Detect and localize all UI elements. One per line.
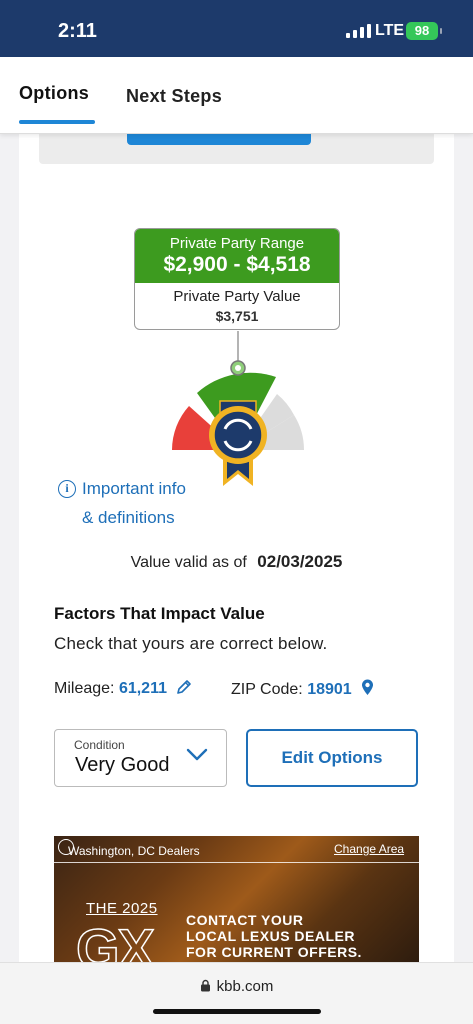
info-link-line2[interactable]: & definitions xyxy=(82,503,175,532)
battery-icon: 98 xyxy=(406,22,442,40)
lexus-ad-banner[interactable]: Washington, DC Dealers Change Area THE 2… xyxy=(54,836,419,974)
price-range-box: Private Party Range $2,900 - $4,518 Priv… xyxy=(134,228,340,330)
ad-cta-line3: FOR CURRENT OFFERS. xyxy=(186,944,362,960)
chevron-down-icon[interactable] xyxy=(186,748,208,762)
home-indicator[interactable] xyxy=(153,1009,321,1014)
edit-options-button[interactable]: Edit Options xyxy=(246,729,418,787)
zip-label: ZIP Code: xyxy=(231,681,303,698)
info-icon: i xyxy=(58,480,76,498)
previous-section xyxy=(39,134,434,164)
previous-button[interactable] xyxy=(127,134,311,145)
zip-value[interactable]: 18901 xyxy=(307,681,352,698)
valid-label: Value valid as of xyxy=(130,554,247,571)
ad-change-area-link[interactable]: Change Area xyxy=(334,842,404,856)
valuation-card: Private Party Range $2,900 - $4,518 Priv… xyxy=(19,134,454,974)
lock-icon xyxy=(200,979,210,992)
factors-title: Factors That Impact Value xyxy=(54,604,265,623)
status-bar: 2:11 LTE 98 xyxy=(0,0,473,57)
mileage-value[interactable]: 61,211 xyxy=(119,680,167,697)
url-display[interactable]: kbb.com xyxy=(0,978,473,995)
range-label: Private Party Range xyxy=(169,235,305,252)
info-link-line1[interactable]: Important info xyxy=(82,474,186,503)
active-tab-indicator xyxy=(19,120,95,124)
condition-select[interactable]: Condition Very Good xyxy=(54,729,227,787)
condition-value[interactable]: Very Good xyxy=(75,754,170,777)
value-valid-date: Value valid as of 02/03/2025 xyxy=(19,552,454,572)
value-label: Private Party Value xyxy=(173,288,301,305)
ad-cta-line2: LOCAL LEXUS DEALER xyxy=(186,928,355,944)
factors-subtitle: Check that yours are correct below. xyxy=(54,634,328,653)
ad-dealers-label: Washington, DC Dealers xyxy=(68,844,200,858)
zip-field[interactable]: ZIP Code: 18901 xyxy=(231,679,374,699)
range-header: Private Party Range $2,900 - $4,518 xyxy=(135,229,339,283)
tab-bar: Options Next Steps xyxy=(0,57,473,134)
location-pin-icon[interactable] xyxy=(361,679,374,696)
ad-year: THE 2025 xyxy=(86,900,158,917)
condition-label: Condition xyxy=(74,738,125,752)
ad-cta-line1: CONTACT YOUR xyxy=(186,912,304,928)
browser-url-bar[interactable]: kbb.com xyxy=(0,962,473,1024)
mileage-label: Mileage: xyxy=(54,680,115,697)
tab-options[interactable]: Options xyxy=(19,83,89,104)
url-text[interactable]: kbb.com xyxy=(217,978,274,995)
range-value: $2,900 - $4,518 xyxy=(163,253,311,276)
tab-next-steps[interactable]: Next Steps xyxy=(126,86,222,107)
network-label: LTE xyxy=(375,22,405,39)
value-gauge xyxy=(172,331,305,486)
pencil-icon[interactable] xyxy=(176,679,192,695)
status-time: 2:11 xyxy=(58,20,97,42)
signal-icon xyxy=(346,24,371,38)
ad-cta[interactable]: CONTACT YOUR LOCAL LEXUS DEALER FOR CURR… xyxy=(186,912,362,960)
value-amount: $3,751 xyxy=(215,308,259,324)
valid-date: 02/03/2025 xyxy=(257,552,343,571)
mileage-field[interactable]: Mileage: 61,211 xyxy=(54,679,192,698)
